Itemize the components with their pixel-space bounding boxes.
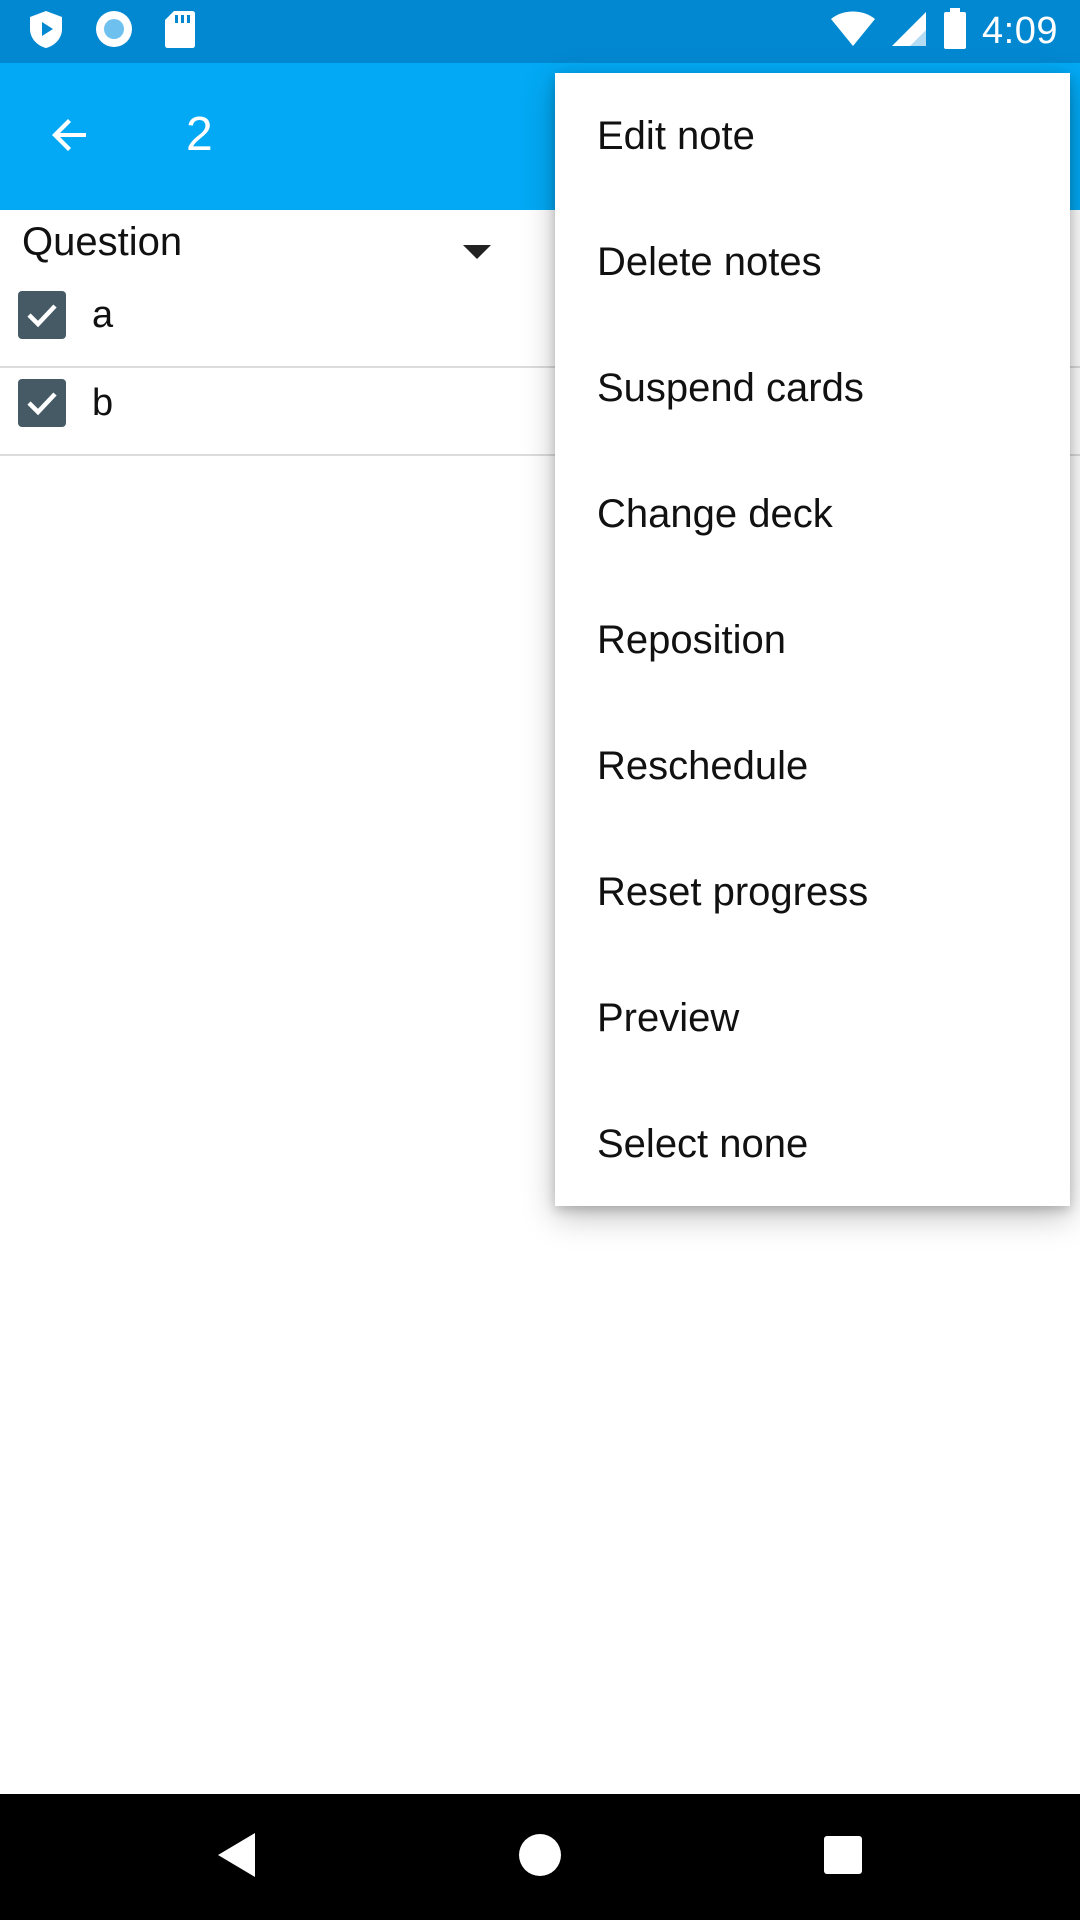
sd-card-icon — [164, 9, 196, 53]
wifi-icon — [830, 11, 876, 51]
menu-item-reset-progress[interactable]: Reset progress — [555, 829, 1070, 955]
column-spinner[interactable]: Question — [0, 210, 520, 280]
clock: 4:09 — [982, 9, 1058, 52]
menu-item-reposition[interactable]: Reposition — [555, 577, 1070, 703]
selection-count: 2 — [186, 108, 213, 161]
navigation-bar — [0, 1794, 1080, 1920]
signal-icon — [890, 10, 928, 52]
menu-item-select-none[interactable]: Select none — [555, 1081, 1070, 1207]
nav-back-button[interactable] — [206, 1826, 268, 1888]
menu-item-edit-note[interactable]: Edit note — [555, 73, 1070, 199]
recents-square-icon — [822, 1834, 864, 1880]
status-bar: 4:09 — [0, 0, 1080, 63]
checkbox-checked[interactable] — [18, 291, 66, 339]
back-button[interactable] — [38, 105, 102, 169]
back-triangle-icon — [215, 1831, 259, 1883]
checkbox-checked[interactable] — [18, 379, 66, 427]
menu-item-change-deck[interactable]: Change deck — [555, 451, 1070, 577]
arrow-back-icon — [46, 111, 94, 163]
battery-icon — [942, 8, 968, 54]
record-circle-icon — [94, 9, 134, 53]
menu-item-preview[interactable]: Preview — [555, 955, 1070, 1081]
home-circle-icon — [517, 1832, 563, 1882]
card-question: b — [92, 382, 114, 424]
play-shield-icon — [28, 9, 64, 53]
nav-home-button[interactable] — [509, 1826, 571, 1888]
dropdown-arrow-icon — [463, 245, 491, 259]
menu-item-delete-notes[interactable]: Delete notes — [555, 199, 1070, 325]
nav-recents-button[interactable] — [812, 1826, 874, 1888]
column-spinner-label: Question — [22, 220, 183, 264]
menu-item-reschedule[interactable]: Reschedule — [555, 703, 1070, 829]
card-question: a — [92, 294, 114, 336]
overflow-menu: Edit note Delete notes Suspend cards Cha… — [555, 73, 1070, 1206]
menu-item-suspend-cards[interactable]: Suspend cards — [555, 325, 1070, 451]
